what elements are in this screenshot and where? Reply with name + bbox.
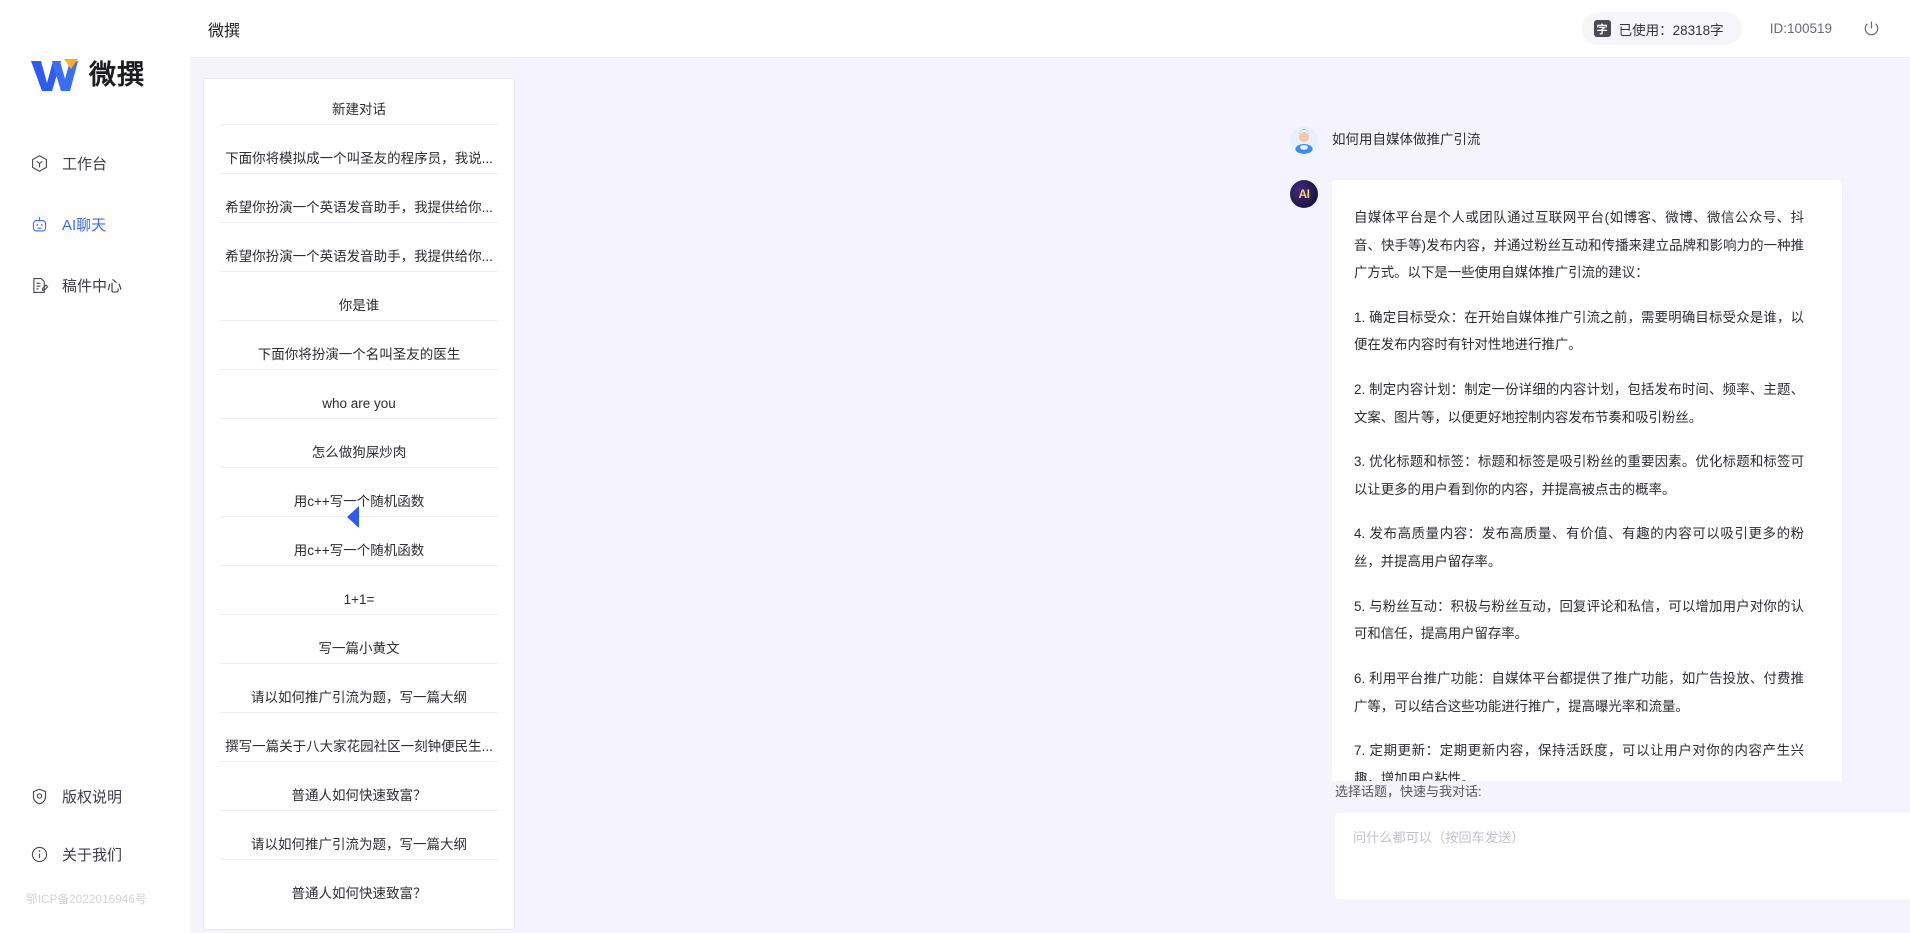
composer-box (1335, 813, 1910, 899)
conversation-item[interactable]: 用c++写一个随机函数 (220, 487, 498, 517)
new-chat-button[interactable]: 新建对话 (220, 95, 498, 125)
ai-paragraph: 3. 优化标题和标签：标题和标签是吸引粉丝的重要因素。优化标题和标签可以让更多的… (1354, 454, 1804, 497)
conversation-item[interactable]: 请以如何推广引流为题，写一篇大纲 (220, 683, 498, 713)
body-row: 新建对话 下面你将模拟成一个叫圣友的程序员，我说... 希望你扮演一个英语发音助… (190, 58, 1910, 933)
icp-record-number[interactable]: 鄂ICP备2022016946号 (0, 891, 190, 915)
sidebar-item-ai-chat[interactable]: AI聊天 (0, 203, 190, 245)
ai-paragraph: 4. 发布高质量内容：发布高质量、有价值、有趣的内容可以吸引更多的粉丝，并提高用… (1354, 526, 1804, 570)
ai-paragraph: 6. 利用平台推广功能：自媒体平台都提供了推广功能，如广告投放、付费推广等，可以… (1354, 670, 1804, 714)
ai-message-row: AI 自媒体平台是个人或团队通过互联网平台(如博客、微博、微信公众号、抖音、快手… (1290, 180, 1910, 781)
conversation-item[interactable]: 用c++写一个随机函数 (220, 536, 498, 566)
sidebar-item-label: AI聊天 (62, 216, 107, 234)
ai-paragraph: 7. 定期更新：定期更新内容，保持活跃度，可以让用户对你的内容产生兴趣，增加用户… (1354, 743, 1804, 781)
document-edit-icon (29, 275, 49, 295)
sidebar-item-about-us[interactable]: 关于我们 (0, 833, 190, 875)
conversation-item[interactable]: 希望你扮演一个英语发音助手，我提供给你... (220, 242, 498, 272)
workbench-icon (29, 153, 49, 173)
left-sidebar: 微撰 工作台 AI聊天 稿件中心 版权说明 关于我们 鄂ICP备20220169… (0, 0, 190, 933)
composer: 选择话题，快速与我对话: (1335, 781, 1910, 933)
chat-area: 如何用自媒体做推广引流 AI 自媒体平台是个人或团队通过互联网平台(如博客、微博… (515, 58, 1910, 933)
composer-label: 选择话题，快速与我对话: (1335, 784, 1482, 799)
conversation-item[interactable]: 下面你将模拟成一个叫圣友的程序员，我说... (220, 144, 498, 174)
chat-scroll[interactable]: 如何用自媒体做推广引流 AI 自媒体平台是个人或团队通过互联网平台(如博客、微博… (515, 58, 1910, 781)
conversation-item[interactable]: 写一篇小黄文 (220, 634, 498, 664)
user-avatar-icon (1290, 126, 1318, 154)
collapse-sidebar-handle[interactable] (347, 506, 359, 528)
ai-paragraph: 2. 制定内容计划：制定一份详细的内容计划，包括发布时间、频率、主题、文案、图片… (1354, 382, 1804, 425)
usage-pill[interactable]: 字 已使用：28318字 (1581, 12, 1742, 45)
sidebar-footer-nav: 版权说明 关于我们 鄂ICP备2022016946号 (0, 775, 190, 933)
conversation-item[interactable]: 请以如何推广引流为题，写一篇大纲 (220, 830, 498, 860)
message-input[interactable] (1353, 827, 1910, 885)
sidebar-item-manuscript-center[interactable]: 稿件中心 (0, 264, 190, 306)
sidebar-item-workbench[interactable]: 工作台 (0, 142, 190, 184)
conversation-item[interactable]: 下面你将扮演一个名叫圣友的医生 (220, 340, 498, 370)
conversation-list-panel: 新建对话 下面你将模拟成一个叫圣友的程序员，我说... 希望你扮演一个英语发音助… (203, 78, 515, 930)
brand: 微撰 (0, 0, 190, 110)
sidebar-nav: 工作台 AI聊天 稿件中心 (0, 142, 190, 325)
ai-message-bubble: 自媒体平台是个人或团队通过互联网平台(如博客、微博、微信公众号、抖音、快手等)发… (1332, 180, 1842, 781)
app-root: 微撰 工作台 AI聊天 稿件中心 版权说明 关于我们 鄂ICP备20220169… (0, 0, 1910, 933)
w-logo-icon (28, 55, 80, 95)
ai-avatar: AI (1290, 180, 1318, 208)
usage-badge-icon: 字 (1593, 20, 1611, 37)
shield-icon (29, 786, 49, 806)
sidebar-item-label: 版权说明 (62, 788, 123, 806)
user-message-text: 如何用自媒体做推广引流 (1332, 132, 1481, 147)
power-icon[interactable] (1860, 18, 1882, 40)
sidebar-item-label: 稿件中心 (62, 277, 123, 295)
conversation-item[interactable]: 普通人如何快速致富？ (220, 879, 498, 909)
user-message-row: 如何用自媒体做推广引流 (1290, 126, 1910, 154)
conversation-item[interactable]: who are you (220, 389, 498, 419)
ai-paragraph: 5. 与粉丝互动：积极与粉丝互动，回复评论和私信，可以增加用户对你的认可和信任，… (1354, 598, 1804, 642)
usage-label: 已使用：28318字 (1618, 22, 1724, 38)
sidebar-item-label: 关于我们 (62, 846, 123, 864)
conversation-scroll[interactable]: 新建对话 下面你将模拟成一个叫圣友的程序员，我说... 希望你扮演一个英语发音助… (204, 79, 514, 929)
conversation-item[interactable]: 撰写一篇关于八大家花园社区一刻钟便民生... (220, 732, 498, 762)
robot-icon (29, 214, 49, 234)
brand-name: 微撰 (89, 59, 145, 90)
ai-paragraph: 自媒体平台是个人或团队通过互联网平台(如博客、微博、微信公众号、抖音、快手等)发… (1354, 210, 1804, 281)
conversation-item[interactable]: 1+1= (220, 585, 498, 615)
conversation-item[interactable]: 你是谁 (220, 291, 498, 321)
sidebar-item-copyright[interactable]: 版权说明 (0, 775, 190, 817)
conversation-item[interactable]: 普通人如何快速致富？ (220, 781, 498, 811)
info-icon (29, 844, 49, 864)
user-id: ID:100519 (1769, 21, 1832, 36)
conversation-item[interactable]: 希望你扮演一个英语发音助手，我提供给你... (220, 193, 498, 223)
top-bar-right: 字 已使用：28318字 ID:100519 (1581, 12, 1882, 45)
sidebar-item-label: 工作台 (62, 155, 108, 173)
page-title: 微撰 (208, 22, 241, 40)
main-column: 微撰 字 已使用：28318字 ID:100519 新建对话 下面你将模拟成一个… (190, 0, 1910, 933)
top-bar: 微撰 字 已使用：28318字 ID:100519 (190, 0, 1910, 58)
ai-paragraph: 1. 确定目标受众：在开始自媒体推广引流之前，需要明确目标受众是谁，以便在发布内… (1354, 309, 1804, 353)
conversation-item[interactable]: 怎么做狗屎炒肉 (220, 438, 498, 468)
